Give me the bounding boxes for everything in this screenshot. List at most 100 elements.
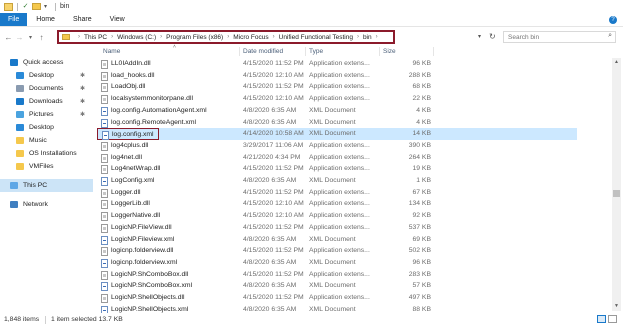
- search-input[interactable]: [504, 32, 600, 42]
- forward-arrow-icon[interactable]: →: [14, 33, 25, 42]
- search-icon[interactable]: ⌕: [608, 32, 612, 40]
- up-arrow-icon[interactable]: ↑: [36, 33, 47, 42]
- table-row[interactable]: log.config.AutomationAgent.xml 4/8/2020 6…: [97, 105, 577, 117]
- tab-home[interactable]: Home: [27, 13, 64, 26]
- column-header-size[interactable]: Size: [383, 48, 396, 55]
- file-name-cell[interactable]: LogicNP.FileView.dll: [97, 222, 176, 234]
- file-name-cell[interactable]: Log4netWrap.dll: [97, 163, 164, 175]
- table-row[interactable]: log4cplus.dll 3/29/2017 11:06 AM Applicati…: [97, 140, 577, 152]
- sidebar-item-network[interactable]: Network: [0, 198, 93, 211]
- table-row[interactable]: load_hooks.dll 4/15/2020 12:10 AM Applicat…: [97, 70, 577, 82]
- table-row[interactable]: LogicNP.Fileview.xml 4/8/2020 6:35 AM XML …: [97, 234, 577, 246]
- file-name-cell[interactable]: LL0IAddIn.dll: [97, 58, 155, 70]
- help-icon[interactable]: ?: [609, 15, 617, 24]
- sidebar-item-music[interactable]: Music: [0, 134, 93, 147]
- breadcrumb-unified-functional-testing[interactable]: Unified Functional Testing: [279, 34, 353, 41]
- table-row[interactable]: log.config.RemoteAgent.xml 4/8/2020 6:35 …: [97, 117, 577, 129]
- table-row[interactable]: LogConfig.xml 4/8/2020 6:35 AM XML Documen…: [97, 175, 577, 187]
- file-name-cell[interactable]: logicnp.folderview.xml: [97, 257, 181, 269]
- table-row[interactable]: Logger.dll 4/15/2020 11:52 PM Application …: [97, 187, 577, 199]
- address-bar[interactable]: › This PC › Windows (C:) › Program Files…: [57, 30, 395, 44]
- file-name-cell[interactable]: Logger.dll: [97, 187, 144, 199]
- file-name-cell[interactable]: logicnp.folderview.dll: [97, 245, 177, 257]
- sidebar-item-desktop[interactable]: Desktop ✱: [0, 69, 93, 82]
- chevron-right-icon[interactable]: ›: [111, 34, 113, 40]
- breadcrumb-bin[interactable]: bin: [363, 34, 372, 41]
- vertical-scrollbar[interactable]: ▲ ▼: [612, 58, 621, 311]
- file-name-cell[interactable]: log.config.AutomationAgent.xml: [97, 105, 211, 117]
- file-size: 283 KB: [408, 270, 431, 278]
- sidebar-item-this-pc[interactable]: This PC: [0, 179, 93, 192]
- breadcrumb-windows-c[interactable]: Windows (C:): [117, 34, 156, 41]
- scrollbar-thumb[interactable]: [613, 190, 620, 197]
- file-name-cell[interactable]: LoadObj.dll: [97, 81, 149, 93]
- column-header-type[interactable]: Type: [309, 48, 323, 55]
- table-row[interactable]: LoggerNative.dll 4/15/2020 12:10 AM Applic…: [97, 210, 577, 222]
- chevron-right-icon[interactable]: ›: [357, 34, 359, 40]
- table-row[interactable]: LogicNP.FileView.dll 4/15/2020 11:52 PM Ap…: [97, 222, 577, 234]
- refresh-icon[interactable]: ↻: [489, 32, 496, 41]
- table-row[interactable]: LogicNP.ShComboBox.dll 4/15/2020 11:52 PM…: [97, 269, 577, 281]
- recent-locations-icon[interactable]: ▾: [25, 34, 36, 41]
- file-size: 390 KB: [408, 141, 431, 149]
- table-row[interactable]: logicnp.folderview.xml 4/8/2020 6:35 AM XM…: [97, 257, 577, 269]
- sidebar-item-downloads[interactable]: Downloads ✱: [0, 95, 93, 108]
- file-name-cell[interactable]: log4cplus.dll: [97, 140, 152, 152]
- file-name-cell[interactable]: LogConfig.xml: [97, 175, 158, 187]
- scroll-up-icon[interactable]: ▲: [612, 58, 621, 67]
- tab-view[interactable]: View: [101, 13, 134, 26]
- breadcrumb-program-files-x86[interactable]: Program Files (x86): [166, 34, 223, 41]
- table-row[interactable]: LoggerLib.dll 4/15/2020 12:10 AM Applicati…: [97, 198, 577, 210]
- sidebar-item-quick-access[interactable]: Quick access: [0, 56, 93, 69]
- chevron-right-icon[interactable]: ›: [227, 34, 229, 40]
- sidebar-item-documents[interactable]: Documents ✱: [0, 82, 93, 95]
- file-name-cell[interactable]: log.config.xml: [97, 128, 159, 141]
- table-row[interactable]: localsystemmonitorpane.dll 4/15/2020 12:1…: [97, 93, 577, 105]
- properties-icon[interactable]: ✓: [22, 3, 29, 10]
- table-row[interactable]: LogicNP.ShComboBox.xml 4/8/2020 6:35 AM XM…: [97, 280, 577, 292]
- details-view-icon[interactable]: [597, 315, 606, 323]
- file-name-cell[interactable]: LogicNP.Fileview.xml: [97, 234, 178, 246]
- file-name-cell[interactable]: LogicNP.ShellObjects.dll: [97, 292, 189, 304]
- file-name-cell[interactable]: LogicNP.ShComboBox.dll: [97, 269, 192, 281]
- table-row-selected[interactable]: log.config.xml 4/14/2020 10:58 AM XML Docu…: [97, 128, 577, 141]
- chevron-right-icon[interactable]: ›: [160, 34, 162, 40]
- sidebar-item-pictures[interactable]: Pictures ✱: [0, 108, 93, 121]
- file-name-cell[interactable]: LoggerNative.dll: [97, 210, 164, 222]
- breadcrumb-micro-focus[interactable]: Micro Focus: [233, 34, 268, 41]
- tab-file[interactable]: File: [0, 13, 28, 26]
- column-divider[interactable]: [239, 47, 240, 56]
- sidebar-item-os-installations[interactable]: OS Installations: [0, 147, 93, 160]
- file-name-cell[interactable]: localsystemmonitorpane.dll: [97, 93, 197, 105]
- column-divider[interactable]: [305, 47, 306, 56]
- table-row[interactable]: Log4netWrap.dll 4/15/2020 11:52 PM Applica…: [97, 163, 577, 175]
- chevron-right-icon[interactable]: ›: [78, 34, 80, 40]
- file-name-cell[interactable]: load_hooks.dll: [97, 70, 158, 82]
- column-header-name[interactable]: Name: [103, 48, 120, 55]
- address-dropdown-icon[interactable]: ▾: [478, 33, 481, 40]
- scroll-down-icon[interactable]: ▼: [612, 302, 621, 311]
- file-name-cell[interactable]: log.config.RemoteAgent.xml: [97, 117, 200, 129]
- table-row[interactable]: LogicNP.ShellObjects.dll 4/15/2020 11:52 …: [97, 292, 577, 304]
- new-folder-icon[interactable]: [32, 3, 41, 10]
- file-name-cell[interactable]: log4net.dll: [97, 152, 146, 164]
- file-date: 4/8/2020 6:35 AM: [243, 282, 297, 290]
- sidebar-item-desktop[interactable]: Desktop: [0, 121, 93, 134]
- column-divider[interactable]: [433, 47, 434, 56]
- file-name-cell[interactable]: LoggerLib.dll: [97, 198, 154, 210]
- tab-share[interactable]: Share: [64, 13, 101, 26]
- table-row[interactable]: log4net.dll 4/21/2020 4:34 PM Application …: [97, 152, 577, 164]
- back-arrow-icon[interactable]: ←: [3, 33, 14, 42]
- column-divider[interactable]: [379, 47, 380, 56]
- table-row[interactable]: logicnp.folderview.dll 4/15/2020 11:52 PM…: [97, 245, 577, 257]
- large-icons-view-icon[interactable]: [608, 315, 617, 323]
- breadcrumb-this-pc[interactable]: This PC: [84, 34, 107, 41]
- table-row[interactable]: LL0IAddIn.dll 4/15/2020 11:52 PM Applicati…: [97, 58, 577, 70]
- chevron-right-icon[interactable]: ›: [376, 34, 378, 40]
- column-header-date-modified[interactable]: Date modified: [243, 48, 283, 55]
- chevron-right-icon[interactable]: ›: [273, 34, 275, 40]
- file-name-cell[interactable]: LogicNP.ShComboBox.xml: [97, 280, 196, 292]
- quick-access-toolbar-dropdown-icon[interactable]: ▾: [44, 3, 47, 10]
- table-row[interactable]: LoadObj.dll 4/15/2020 11:52 PM Application…: [97, 81, 577, 93]
- sidebar-item-vmfiles[interactable]: VMFiles: [0, 160, 93, 173]
